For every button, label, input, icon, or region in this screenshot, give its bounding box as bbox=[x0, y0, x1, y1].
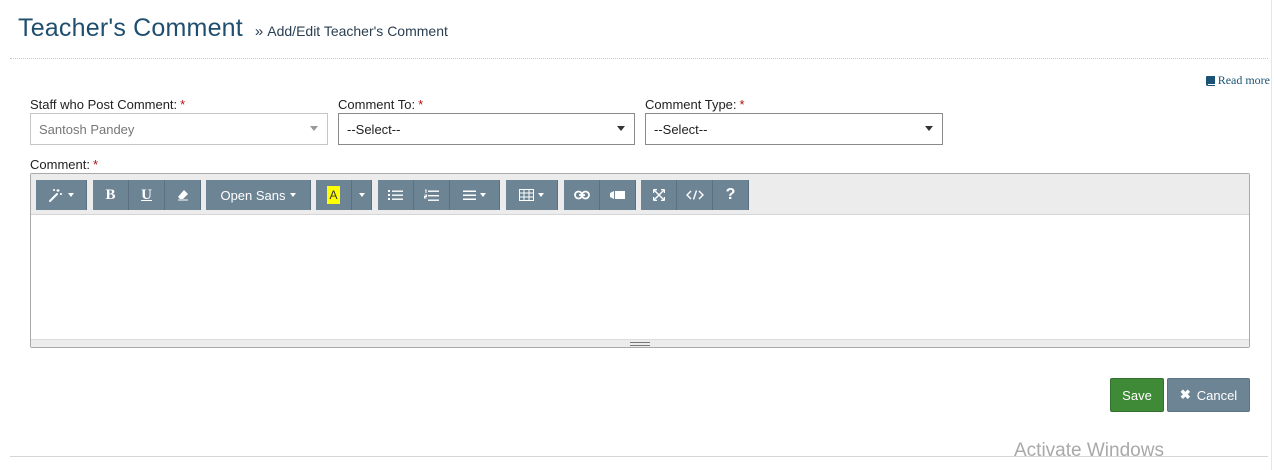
required-marker: * bbox=[92, 157, 99, 172]
code-view-button[interactable] bbox=[677, 180, 713, 210]
paragraph-align-dropdown[interactable] bbox=[450, 180, 500, 210]
numbered-list-icon bbox=[424, 189, 439, 201]
insert-video-button[interactable] bbox=[600, 180, 636, 210]
header-divider bbox=[10, 58, 1268, 59]
bullet-list-button[interactable] bbox=[378, 180, 414, 210]
page-edge bbox=[1271, 0, 1272, 470]
insert-link-button[interactable] bbox=[564, 180, 600, 210]
highlight-icon: A bbox=[327, 186, 340, 204]
close-icon: ✖ bbox=[1179, 387, 1191, 402]
table-dropdown[interactable] bbox=[506, 180, 558, 210]
dropdown-caret-icon bbox=[538, 193, 544, 197]
highlight-color-dropdown[interactable] bbox=[352, 180, 372, 210]
chevron-down-icon bbox=[310, 126, 318, 131]
fullscreen-button[interactable] bbox=[641, 180, 677, 210]
page-header: Teacher's Comment » Add/Edit Teacher's C… bbox=[18, 14, 448, 43]
resize-grip-icon bbox=[630, 342, 650, 346]
editor-toolbar: B U Open Sans A ? bbox=[31, 174, 1249, 215]
page-title: Teacher's Comment bbox=[18, 14, 243, 42]
magic-icon bbox=[49, 189, 62, 202]
bold-button[interactable]: B bbox=[93, 180, 129, 210]
numbered-list-button[interactable] bbox=[414, 180, 450, 210]
cancel-button-label: Cancel bbox=[1196, 387, 1238, 403]
dropdown-caret-icon bbox=[358, 193, 365, 197]
staff-select-value: Santosh Pandey bbox=[39, 121, 135, 137]
chevron-down-icon bbox=[925, 126, 933, 131]
comment-to-select-value: --Select-- bbox=[347, 121, 401, 137]
eraser-icon bbox=[177, 190, 188, 201]
comment-type-select-value: --Select-- bbox=[654, 121, 708, 137]
comment-type-select[interactable]: --Select-- bbox=[645, 113, 943, 145]
font-name-dropdown[interactable]: Open Sans bbox=[206, 180, 311, 210]
required-marker: * bbox=[418, 97, 424, 112]
staff-select[interactable]: Santosh Pandey bbox=[30, 113, 328, 145]
breadcrumb-current: Add/Edit Teacher's Comment bbox=[267, 23, 448, 39]
read-more-label: Read more bbox=[1217, 73, 1270, 87]
comment-label: Comment: * bbox=[30, 157, 99, 172]
save-button[interactable]: Save bbox=[1110, 378, 1164, 412]
comment-editor: B U Open Sans A ? bbox=[30, 173, 1250, 348]
dropdown-caret-icon bbox=[289, 193, 296, 197]
required-marker: * bbox=[180, 97, 186, 112]
comment-type-label: Comment Type: * bbox=[645, 97, 745, 112]
staff-label: Staff who Post Comment: * bbox=[30, 97, 186, 112]
comment-to-select[interactable]: --Select-- bbox=[338, 113, 635, 145]
book-icon bbox=[1205, 76, 1215, 86]
chevron-down-icon bbox=[617, 126, 625, 131]
dropdown-caret-icon bbox=[68, 193, 74, 197]
code-view-icon bbox=[685, 190, 704, 200]
highlight-color-button[interactable]: A bbox=[316, 180, 352, 210]
breadcrumb-separator: » bbox=[254, 23, 264, 40]
activate-windows-watermark: Activate Windows bbox=[1014, 440, 1164, 461]
align-icon bbox=[463, 190, 476, 200]
comment-editable-area[interactable] bbox=[31, 215, 1249, 339]
link-icon bbox=[573, 190, 590, 200]
bullet-list-icon bbox=[388, 190, 403, 200]
underline-button[interactable]: U bbox=[129, 180, 165, 210]
comment-to-label: Comment To: * bbox=[338, 97, 424, 112]
required-marker: * bbox=[739, 97, 745, 112]
font-name-label: Open Sans bbox=[220, 187, 286, 203]
table-icon bbox=[519, 189, 534, 201]
editor-resize-handle[interactable] bbox=[31, 339, 1249, 347]
fullscreen-icon bbox=[652, 189, 665, 201]
dropdown-caret-icon bbox=[480, 193, 486, 197]
clear-format-button[interactable] bbox=[165, 180, 201, 210]
video-icon bbox=[610, 191, 625, 199]
read-more-link[interactable]: Read more bbox=[1205, 73, 1270, 88]
help-button[interactable]: ? bbox=[713, 180, 749, 210]
style-button[interactable] bbox=[36, 180, 87, 210]
breadcrumb: » Add/Edit Teacher's Comment bbox=[255, 23, 448, 40]
cancel-button[interactable]: ✖ Cancel bbox=[1167, 378, 1250, 412]
